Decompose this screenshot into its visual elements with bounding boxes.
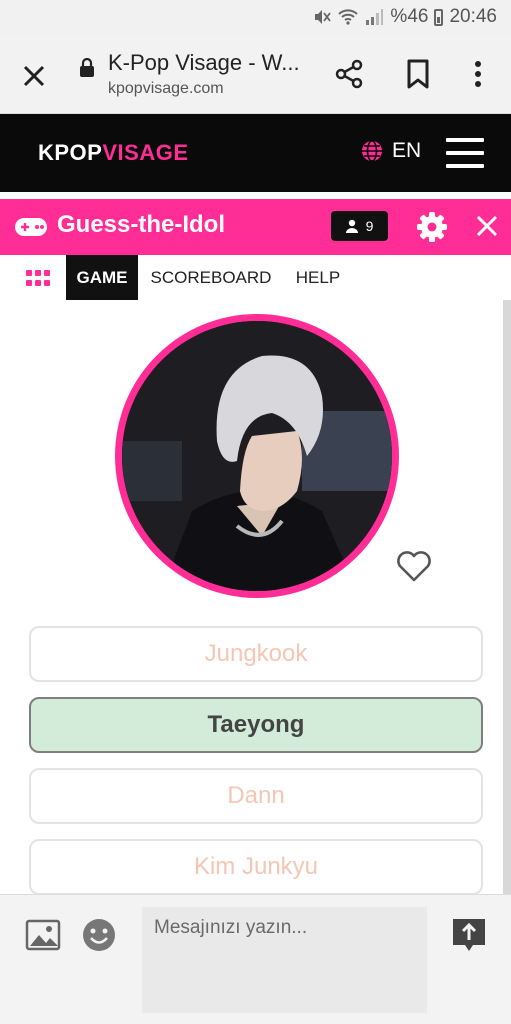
person-icon <box>345 219 358 233</box>
page-url: kpopvisage.com <box>108 80 224 97</box>
tab-help[interactable]: HELP <box>288 255 348 300</box>
share-icon[interactable] <box>333 58 365 90</box>
answer-option[interactable]: Dann <box>29 768 483 824</box>
bookmark-icon[interactable] <box>403 58 433 90</box>
signal-icon <box>366 9 384 25</box>
wifi-icon <box>338 9 359 25</box>
battery-percent: %46 <box>390 6 429 27</box>
image-icon[interactable] <box>25 919 61 951</box>
clock: 20:46 <box>449 6 497 27</box>
page-title: K-Pop Visage - W... <box>108 50 300 75</box>
close-icon[interactable] <box>18 60 50 92</box>
scrollbar[interactable] <box>503 300 511 894</box>
chat-message-input[interactable] <box>142 907 427 1013</box>
globe-icon <box>362 140 382 162</box>
answer-option[interactable]: Kim Junkyu <box>29 839 483 895</box>
game-title: Guess-the-Idol <box>57 211 226 238</box>
idol-photo <box>122 321 392 591</box>
apps-grid-icon[interactable] <box>26 270 50 286</box>
game-header: Guess-the-Idol 9 <box>0 199 511 255</box>
status-bar: %46 20:46 <box>0 0 511 36</box>
emoji-icon[interactable] <box>81 917 117 953</box>
lock-icon <box>80 58 94 77</box>
chat-bar <box>0 894 511 1024</box>
tab-game[interactable]: GAME <box>66 255 138 300</box>
answer-option-correct[interactable]: Taeyong <box>29 697 483 753</box>
language-code: EN <box>392 139 422 162</box>
site-header: KPOPVISAGE EN <box>0 114 511 192</box>
gamepad-icon <box>15 218 47 236</box>
tab-scoreboard[interactable]: SCOREBOARD <box>150 255 272 300</box>
player-count: 9 <box>365 218 374 234</box>
close-game-icon[interactable] <box>474 213 500 239</box>
more-vert-icon[interactable] <box>466 58 490 90</box>
game-tabs: GAME SCOREBOARD HELP <box>0 255 511 300</box>
heart-icon[interactable] <box>395 548 433 584</box>
answer-option[interactable]: Jungkook <box>29 626 483 682</box>
menu-icon[interactable] <box>446 138 484 168</box>
mute-icon <box>315 10 332 24</box>
language-selector[interactable]: EN <box>360 139 421 163</box>
battery-icon <box>434 8 444 26</box>
gear-icon[interactable] <box>416 211 448 243</box>
player-count-badge[interactable]: 9 <box>331 211 388 241</box>
browser-toolbar: K-Pop Visage - W... kpopvisage.com <box>0 36 511 114</box>
idol-photo-frame <box>115 314 399 598</box>
site-logo[interactable]: KPOPVISAGE <box>38 140 189 166</box>
send-icon[interactable] <box>451 917 487 953</box>
